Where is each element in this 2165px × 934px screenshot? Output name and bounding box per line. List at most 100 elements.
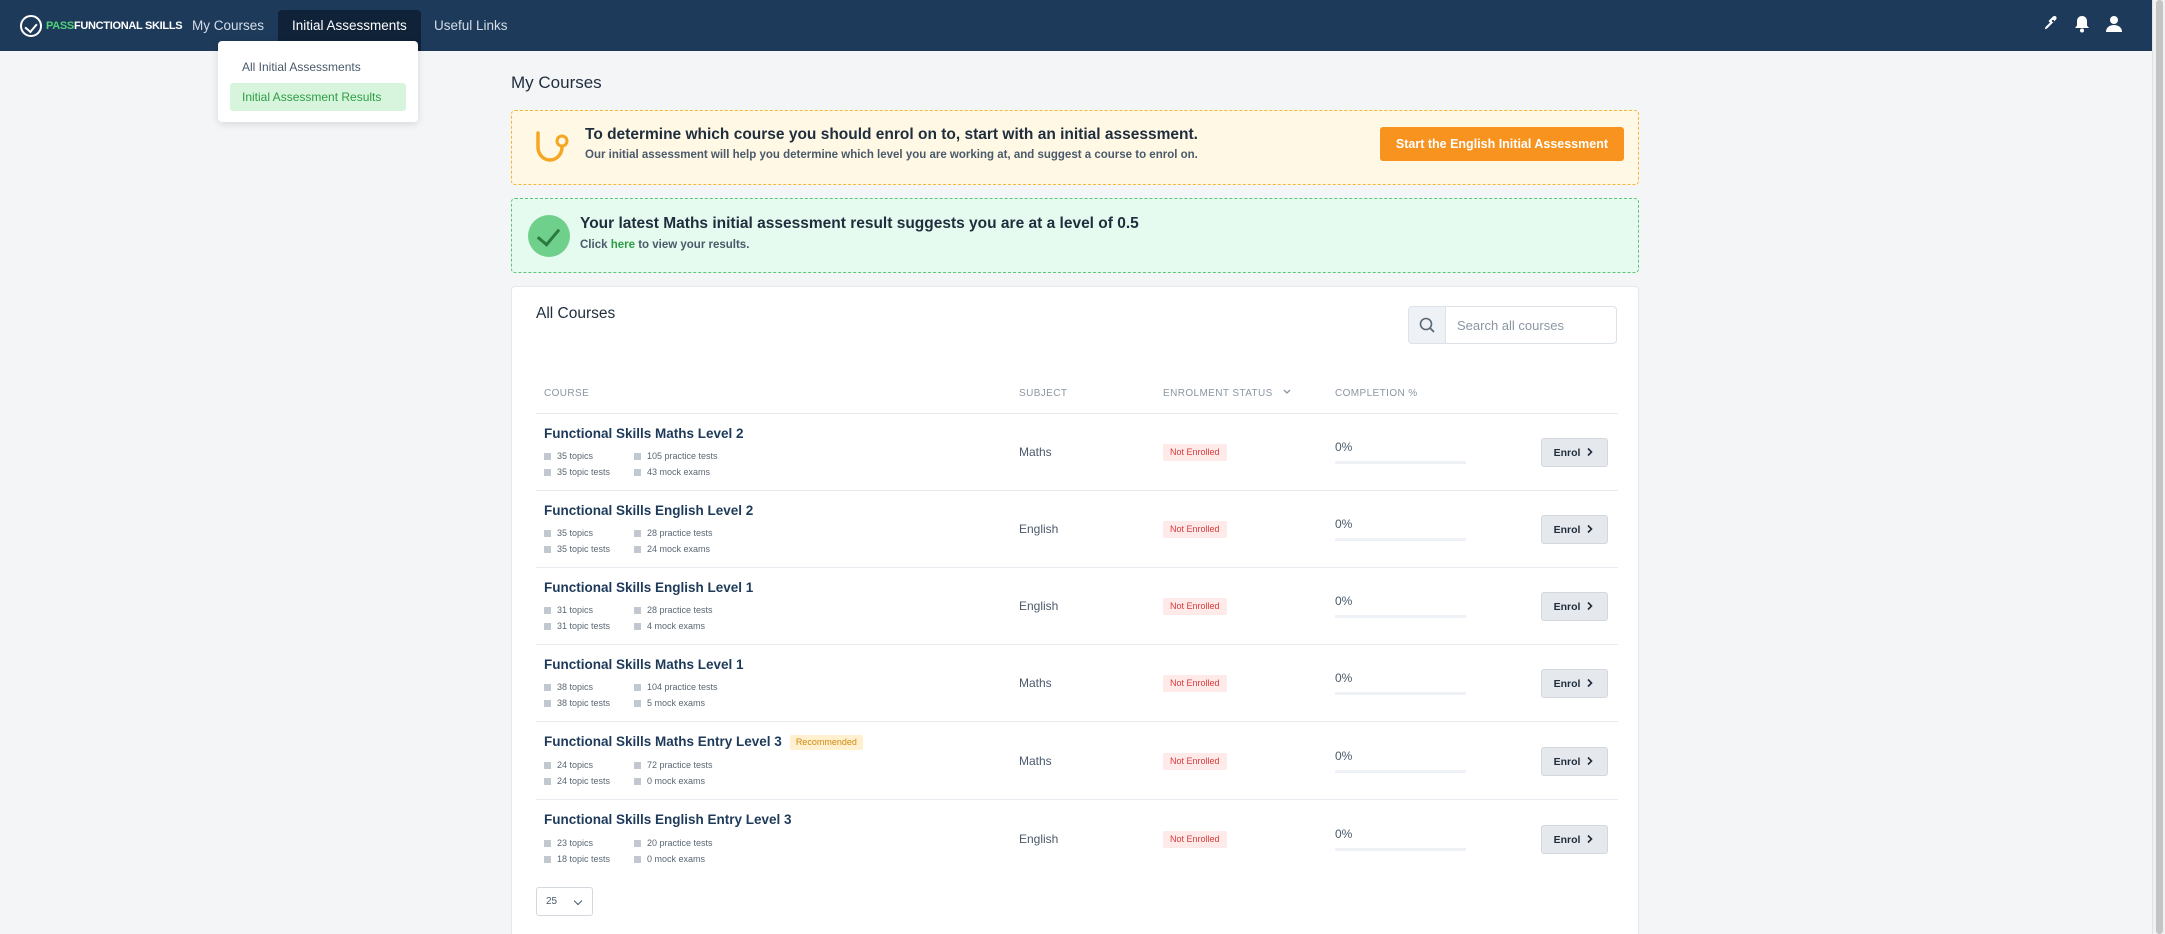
stat-mock-exams-text: 0 mock exams — [647, 854, 706, 864]
stat-topic-tests-text: 38 topic tests — [557, 698, 611, 708]
logo-check-icon — [20, 15, 42, 37]
stat-practice-tests-text: 28 practice tests — [647, 605, 713, 615]
scrollbar-thumb[interactable] — [2156, 0, 2163, 934]
enrol-button[interactable]: Enrol — [1541, 592, 1608, 621]
topic-tests-icon — [544, 469, 551, 477]
stat-practice-tests-text: 28 practice tests — [647, 528, 713, 538]
stat-topic-tests-text: 35 topic tests — [557, 467, 611, 477]
stat-topics: 31 topics — [544, 605, 593, 615]
recommended-badge: Recommended — [789, 734, 863, 750]
enrolment-status-badge: Not Enrolled — [1163, 521, 1227, 538]
enrol-button[interactable]: Enrol — [1541, 747, 1608, 776]
completion-progress-bar — [1335, 538, 1466, 541]
enrol-button[interactable]: Enrol — [1541, 515, 1608, 544]
column-header-course[interactable]: COURSE — [544, 388, 589, 399]
result-sub-suffix: to view your results. — [638, 239, 750, 251]
scrollbar[interactable] — [2152, 0, 2165, 934]
topic-tests-icon — [544, 778, 551, 786]
course-name-link[interactable]: Functional Skills Maths Level 2 — [544, 426, 744, 441]
stat-practice-tests: 72 practice tests — [634, 760, 713, 770]
all-courses-title: All Courses — [536, 305, 616, 322]
course-subject: English — [1019, 832, 1059, 846]
completion-progress-bar — [1335, 615, 1466, 618]
course-name: Functional Skills Maths Entry Level 3 — [544, 734, 782, 749]
course-name-link[interactable]: Functional Skills English Level 2 — [544, 503, 753, 518]
enrol-button[interactable]: Enrol — [1541, 438, 1608, 467]
result-banner-title: Your latest Maths initial assessment res… — [580, 215, 1139, 232]
result-banner-subtitle: Click here to view your results. — [580, 239, 749, 251]
course-name-link[interactable]: Functional Skills Maths Level 1 — [544, 657, 744, 672]
course-name-link[interactable]: Functional Skills English Level 1 — [544, 580, 753, 595]
practice-tests-icon — [634, 607, 641, 615]
view-results-link[interactable]: here — [611, 239, 635, 251]
logo-text-pass: PASS — [46, 20, 74, 32]
column-header-subject[interactable]: SUBJECT — [1019, 388, 1067, 399]
stat-topics: 24 topics — [544, 760, 593, 770]
check-circle-icon — [528, 215, 570, 257]
menu-item-all-initial-assessments[interactable]: All Initial Assessments — [230, 53, 406, 81]
stat-mock-exams-text: 4 mock exams — [647, 621, 706, 631]
topics-icon — [544, 607, 551, 615]
search-courses-input[interactable] — [1446, 306, 1617, 344]
course-name-link[interactable]: Functional Skills English Entry Level 3 — [544, 812, 792, 827]
completion-progress-bar — [1335, 461, 1466, 464]
search-button[interactable] — [1408, 306, 1446, 344]
topic-tests-icon — [544, 700, 551, 708]
rocket-icon[interactable] — [2040, 15, 2060, 35]
stat-topics: 23 topics — [544, 838, 593, 848]
stat-practice-tests: 28 practice tests — [634, 605, 713, 615]
stat-practice-tests-text: 72 practice tests — [647, 760, 713, 770]
menu-item-initial-assessment-results[interactable]: Initial Assessment Results — [230, 83, 406, 111]
completion-percent: 0% — [1335, 749, 1353, 763]
column-header-completion[interactable]: COMPLETION % — [1335, 388, 1418, 399]
enrolment-status-badge: Not Enrolled — [1163, 598, 1227, 615]
column-header-enrolment-status[interactable]: ENROLMENT STATUS — [1163, 388, 1292, 399]
table-row: Functional Skills English Level 2 35 topi… — [536, 490, 1618, 567]
assessment-icon — [530, 127, 574, 171]
table-row: Functional Skills Maths Level 1 38 topics… — [536, 644, 1618, 721]
course-name: Functional Skills English Level 2 — [544, 503, 754, 518]
stat-mock-exams: 43 mock exams — [634, 467, 710, 477]
course-subject: Maths — [1019, 676, 1052, 690]
stat-topics-text: 23 topics — [557, 838, 594, 848]
stat-topics: 38 topics — [544, 682, 593, 692]
initial-assessment-banner: To determine which course you should enr… — [511, 110, 1639, 185]
completion-percent: 0% — [1335, 517, 1353, 531]
stat-topics-text: 35 topics — [557, 451, 594, 461]
stat-topic-tests: 38 topic tests — [544, 698, 610, 708]
enrol-button[interactable]: Enrol — [1541, 669, 1608, 698]
stat-practice-tests: 105 practice tests — [634, 451, 718, 461]
stat-mock-exams: 0 mock exams — [634, 854, 705, 864]
chevron-down-icon — [573, 896, 583, 906]
sort-chevron-icon — [1283, 389, 1291, 394]
page-size-select[interactable]: 25 — [536, 887, 593, 916]
assessment-banner-title: To determine which course you should enr… — [585, 126, 1198, 143]
result-sub-prefix: Click — [580, 239, 608, 251]
stat-mock-exams: 5 mock exams — [634, 698, 705, 708]
stat-practice-tests-text: 20 practice tests — [647, 838, 713, 848]
course-subject: English — [1019, 599, 1059, 613]
stat-practice-tests: 104 practice tests — [634, 682, 718, 692]
mock-exams-icon — [634, 546, 641, 554]
completion-percent: 0% — [1335, 671, 1353, 685]
stat-mock-exams: 4 mock exams — [634, 621, 705, 631]
user-icon[interactable] — [2104, 15, 2124, 35]
assessment-banner-subtitle: Our initial assessment will help you det… — [585, 149, 1198, 161]
stat-practice-tests: 28 practice tests — [634, 528, 713, 538]
stat-topic-tests: 35 topic tests — [544, 467, 610, 477]
course-name-link[interactable]: Functional Skills Maths Entry Level 3 Rec… — [544, 734, 863, 750]
completion-progress-bar — [1335, 692, 1466, 695]
mock-exams-icon — [634, 700, 641, 708]
enrol-label: Enrol — [1553, 834, 1581, 846]
logo[interactable]: PASSFUNCTIONAL SKILLS — [20, 13, 183, 39]
bell-icon[interactable] — [2072, 15, 2092, 35]
enrolment-status-badge: Not Enrolled — [1163, 675, 1227, 692]
mock-exams-icon — [634, 778, 641, 786]
enrolment-status-label: ENROLMENT STATUS — [1163, 388, 1273, 399]
stat-mock-exams-text: 24 mock exams — [647, 544, 711, 554]
stat-topic-tests: 31 topic tests — [544, 621, 610, 631]
enrol-label: Enrol — [1553, 678, 1581, 690]
start-english-assessment-button[interactable]: Start the English Initial Assessment — [1379, 127, 1624, 161]
nav-useful-links[interactable]: Useful Links — [434, 0, 508, 51]
enrol-button[interactable]: Enrol — [1541, 825, 1608, 854]
